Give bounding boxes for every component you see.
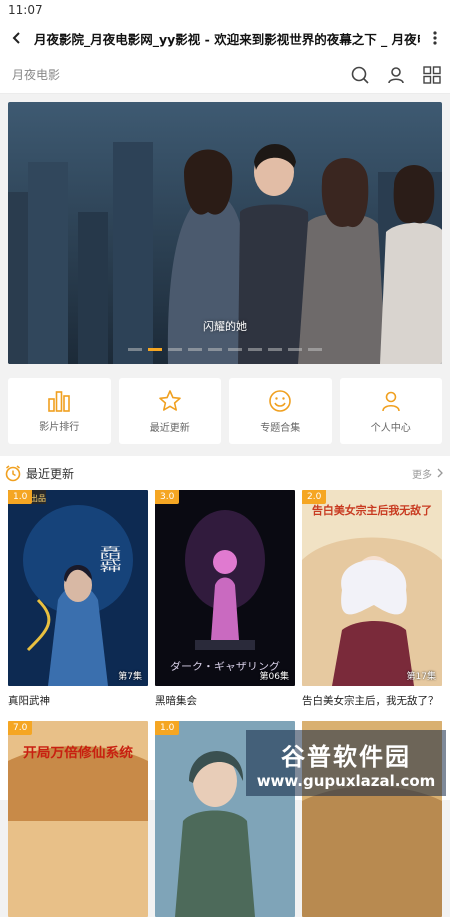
- quick-nav-latest[interactable]: 最近更新: [118, 378, 221, 444]
- card-title: 真阳武神: [8, 695, 50, 707]
- status-time: 11:07: [8, 3, 43, 17]
- quick-nav-topics[interactable]: 专题合集: [229, 378, 332, 444]
- poster-art-text: 开局万倍修仙系统: [23, 745, 133, 761]
- rating-badge: 7.0: [8, 721, 33, 735]
- video-card[interactable]: 开局万倍修仙系统 7.0: [8, 721, 148, 917]
- poster-tag: 出品: [30, 493, 46, 503]
- quick-nav-label: 个人中心: [370, 422, 411, 434]
- clock-icon: [5, 465, 21, 482]
- quick-nav-label: 最近更新: [149, 422, 190, 434]
- quick-nav: 影片排行 最近更新 专题合集 个人中心: [8, 378, 442, 444]
- poster-image: 真阳武神 出品: [8, 490, 148, 686]
- carousel-dot[interactable]: [308, 348, 322, 351]
- page-title: 月夜影院_月夜电影网_yy影视 - 欢迎来到影视世界的夜幕之下 _ 月夜电影: [34, 31, 420, 47]
- carousel-dot[interactable]: [288, 348, 302, 351]
- carousel-dot[interactable]: [148, 348, 162, 351]
- watermark-url: www.gupuxlazal.com: [256, 771, 436, 790]
- quick-nav-profile[interactable]: 个人中心: [339, 378, 442, 444]
- search-icon: [351, 66, 369, 84]
- poster: ダーク・ギャザリング 3.0 第06集: [155, 490, 295, 686]
- video-card[interactable]: 告白美女宗主后我无敌了 2.0 第17集 告白美女宗主后，我无敌了？: [302, 490, 442, 708]
- episode-label: 第06集: [259, 672, 289, 682]
- chevron-left-icon: [12, 32, 20, 44]
- more-label: 更多: [412, 469, 432, 481]
- carousel-dot[interactable]: [128, 348, 142, 351]
- carousel-dot[interactable]: [188, 348, 202, 351]
- poster: 真阳武神 出品 1.0 第7集: [8, 490, 148, 686]
- quick-nav-label: 影片排行: [39, 421, 80, 433]
- back-button[interactable]: [0, 20, 34, 56]
- more-vert-icon: [433, 31, 437, 45]
- quick-nav-ranking[interactable]: 影片排行: [8, 378, 111, 444]
- rating-badge: 3.0: [155, 490, 180, 504]
- more-link[interactable]: 更多: [412, 466, 450, 481]
- banner-carousel[interactable]: 闪耀的她: [8, 102, 442, 364]
- poster-image: 开局万倍修仙系统: [8, 721, 148, 917]
- poster-image: ダーク・ギャザリング: [155, 490, 295, 686]
- bar-chart-icon: [48, 390, 71, 412]
- browser-top-bar: 月夜影院_月夜电影网_yy影视 - 欢迎来到影视世界的夜幕之下 _ 月夜电影: [0, 20, 450, 56]
- poster-image: 告白美女宗主后我无敌了: [302, 490, 442, 686]
- banner-caption: 闪耀的她: [203, 320, 247, 333]
- episode-label: 第17集: [406, 672, 436, 682]
- rating-badge: 1.0: [155, 721, 180, 735]
- poster: 告白美女宗主后我无敌了 2.0 第17集: [302, 490, 442, 686]
- user-button[interactable]: [378, 56, 414, 94]
- poster-art-text: 告白美女宗主后我无敌了: [312, 503, 432, 517]
- video-card[interactable]: ダーク・ギャザリング 3.0 第06集 黑暗集会: [155, 490, 295, 708]
- section-title: 最近更新: [26, 466, 75, 481]
- user-icon: [381, 391, 400, 411]
- carousel-indicator: [8, 348, 442, 351]
- poster-art-text: 真阳武神: [96, 546, 122, 572]
- star-icon: [158, 389, 181, 411]
- status-bar: 11:07: [0, 0, 450, 20]
- carousel-dot[interactable]: [268, 348, 282, 351]
- rating-badge: 1.0: [8, 490, 33, 504]
- grid-icon: [423, 65, 441, 84]
- smile-icon: [269, 389, 292, 412]
- overflow-menu-button[interactable]: [420, 20, 450, 56]
- search-button[interactable]: [342, 56, 378, 94]
- card-title: 黑暗集会: [155, 695, 197, 707]
- poster: 开局万倍修仙系统 7.0: [8, 721, 148, 917]
- carousel-dot[interactable]: [208, 348, 222, 351]
- card-title: 告白美女宗主后，我无敌了？: [302, 695, 439, 707]
- quick-nav-label: 专题合集: [260, 422, 301, 434]
- watermark-logo: 谷普软件园: [281, 742, 411, 771]
- carousel-dot[interactable]: [168, 348, 182, 351]
- rating-badge: 2.0: [302, 490, 327, 504]
- carousel-dot[interactable]: [248, 348, 262, 351]
- grid-menu-button[interactable]: [414, 56, 450, 94]
- carousel-dot[interactable]: [228, 348, 242, 351]
- watermark: 谷普软件园 www.gupuxlazal.com: [246, 730, 446, 796]
- episode-label: 第7集: [118, 672, 142, 682]
- chevron-right-icon: [437, 468, 443, 478]
- site-header: 月夜电影: [0, 56, 450, 94]
- site-logo[interactable]: 月夜电影: [0, 66, 342, 83]
- video-card[interactable]: 真阳武神 出品 1.0 第7集 真阳武神: [8, 490, 148, 708]
- user-icon: [388, 66, 404, 83]
- latest-updates-header: 最近更新 更多: [0, 456, 450, 490]
